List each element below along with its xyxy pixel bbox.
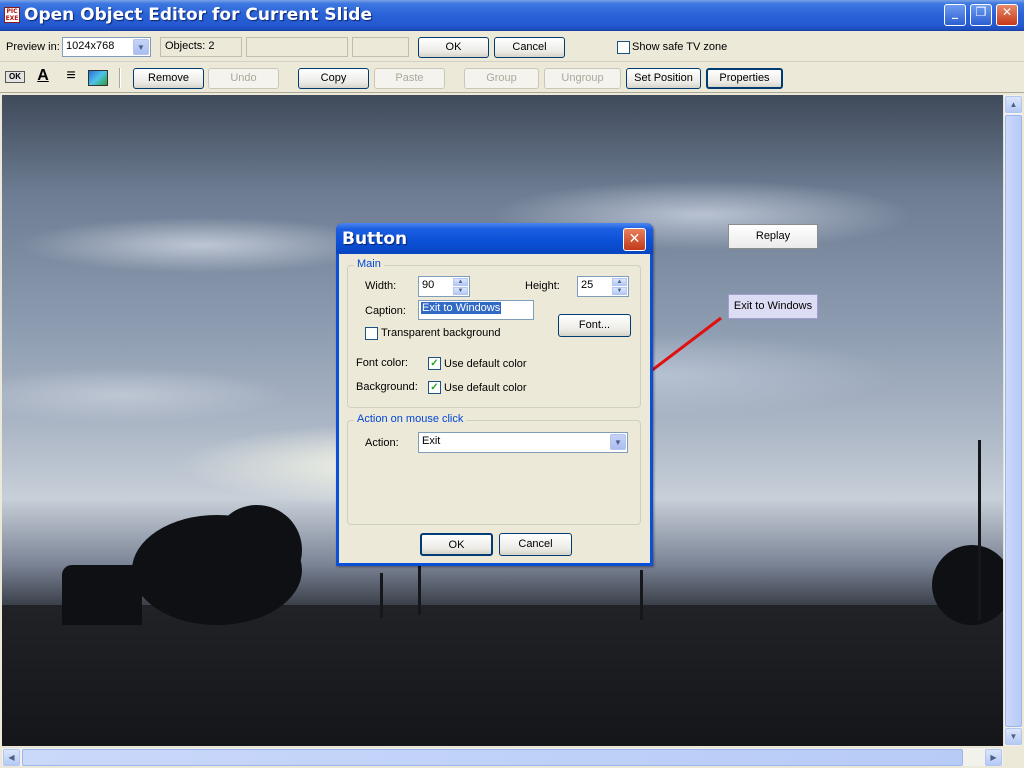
width-label: Width:: [365, 280, 397, 292]
spin-up-icon[interactable]: ▲: [612, 278, 627, 286]
ungroup-button[interactable]: Ungroup: [544, 68, 621, 89]
objects-count: Objects: 2: [160, 37, 242, 57]
height-label: Height:: [525, 280, 560, 292]
main-group: Main Width: 90 ▲ ▼ Height: 25 ▲ ▼ Caption:…: [347, 258, 641, 408]
edit-toolbar: OK A ≡ Remove Undo Copy Paste Group Ungr…: [0, 63, 1024, 93]
scroll-up-icon[interactable]: ▲: [1005, 96, 1022, 113]
dialog-ok-button[interactable]: OK: [420, 533, 493, 556]
add-list-tool-icon[interactable]: ≡: [61, 67, 81, 85]
scroll-right-icon[interactable]: ▶: [985, 749, 1002, 766]
button-properties-dialog: Button ✕ Main Width: 90 ▲ ▼ Height: 25 ▲ ▼…: [336, 223, 653, 566]
action-group: Action on mouse click Action: Exit ▼: [347, 413, 641, 525]
app-icon: PIC EXE: [4, 7, 20, 23]
width-spinner[interactable]: 90 ▲ ▼: [418, 276, 470, 297]
font-color-default-checkbox[interactable]: ✓: [428, 357, 441, 370]
caption-value: Exit to Windows: [421, 302, 502, 314]
height-spinner[interactable]: 25 ▲ ▼: [577, 276, 629, 297]
toolbar-separator: [119, 68, 121, 88]
font-color-default-label: Use default color: [444, 358, 527, 370]
vertical-scrollbar[interactable]: ▲ ▼: [1003, 95, 1022, 746]
maximize-button[interactable]: ❐: [970, 4, 992, 26]
action-select[interactable]: Exit ▼: [418, 432, 628, 453]
title-bar: PIC EXE Open Object Editor for Current S…: [0, 0, 1024, 31]
transparent-background-checkbox[interactable]: [365, 327, 378, 340]
preview-toolbar: Preview in: 1024x768 ▼ Objects: 2 OK Can…: [0, 32, 1024, 62]
horizontal-scrollbar[interactable]: ◀ ▶: [2, 747, 1003, 766]
transparent-background-label: Transparent background: [381, 327, 501, 339]
action-label: Action:: [365, 437, 399, 449]
close-button[interactable]: ✕: [996, 4, 1018, 26]
group-button[interactable]: Group: [464, 68, 539, 89]
undo-button[interactable]: Undo: [208, 68, 279, 89]
cancel-button[interactable]: Cancel: [494, 37, 565, 58]
caption-label: Caption:: [365, 305, 406, 317]
add-image-tool-icon[interactable]: [88, 70, 108, 86]
safe-tv-checkbox[interactable]: [617, 41, 630, 54]
scroll-down-icon[interactable]: ▼: [1005, 728, 1022, 745]
background-label: Background:: [356, 381, 418, 393]
main-group-title: Main: [354, 258, 384, 270]
remove-button[interactable]: Remove: [133, 68, 204, 89]
font-color-label: Font color:: [356, 357, 408, 369]
scrollbar-corner: [1003, 747, 1022, 766]
action-value: Exit: [422, 435, 441, 447]
chevron-down-icon[interactable]: ▼: [133, 39, 149, 55]
ok-button[interactable]: OK: [418, 37, 489, 58]
add-button-tool-icon[interactable]: OK: [5, 71, 25, 83]
caption-input[interactable]: Exit to Windows: [418, 300, 534, 320]
dialog-cancel-button[interactable]: Cancel: [499, 533, 572, 556]
height-value: 25: [581, 279, 594, 291]
copy-button[interactable]: Copy: [298, 68, 369, 89]
minimize-button[interactable]: _: [944, 4, 966, 26]
dialog-close-icon[interactable]: ✕: [623, 228, 646, 251]
scroll-left-icon[interactable]: ◀: [3, 749, 20, 766]
background-default-label: Use default color: [444, 382, 527, 394]
set-position-button[interactable]: Set Position: [626, 68, 701, 89]
background-default-checkbox[interactable]: ✓: [428, 381, 441, 394]
window-title: Open Object Editor for Current Slide: [24, 5, 372, 25]
dialog-title: Button: [342, 229, 408, 249]
preview-label: Preview in:: [6, 41, 60, 53]
spin-up-icon[interactable]: ▲: [453, 278, 468, 286]
horizontal-scroll-thumb[interactable]: [22, 749, 963, 766]
chevron-down-icon[interactable]: ▼: [610, 434, 626, 450]
action-group-title: Action on mouse click: [354, 413, 467, 425]
status-field-2: [352, 37, 409, 57]
preview-resolution-select[interactable]: 1024x768 ▼: [62, 37, 151, 57]
dialog-title-bar: Button ✕: [336, 223, 653, 254]
properties-button[interactable]: Properties: [706, 68, 783, 89]
safe-tv-label: Show safe TV zone: [632, 41, 728, 53]
vertical-scroll-thumb[interactable]: [1005, 115, 1022, 727]
spin-down-icon[interactable]: ▼: [453, 287, 468, 295]
spin-down-icon[interactable]: ▼: [612, 287, 627, 295]
status-field-1: [246, 37, 348, 57]
font-button[interactable]: Font...: [558, 314, 631, 337]
width-value: 90: [422, 279, 435, 291]
add-text-tool-icon[interactable]: A: [33, 67, 53, 85]
paste-button[interactable]: Paste: [374, 68, 445, 89]
preview-resolution-value: 1024x768: [66, 40, 115, 52]
